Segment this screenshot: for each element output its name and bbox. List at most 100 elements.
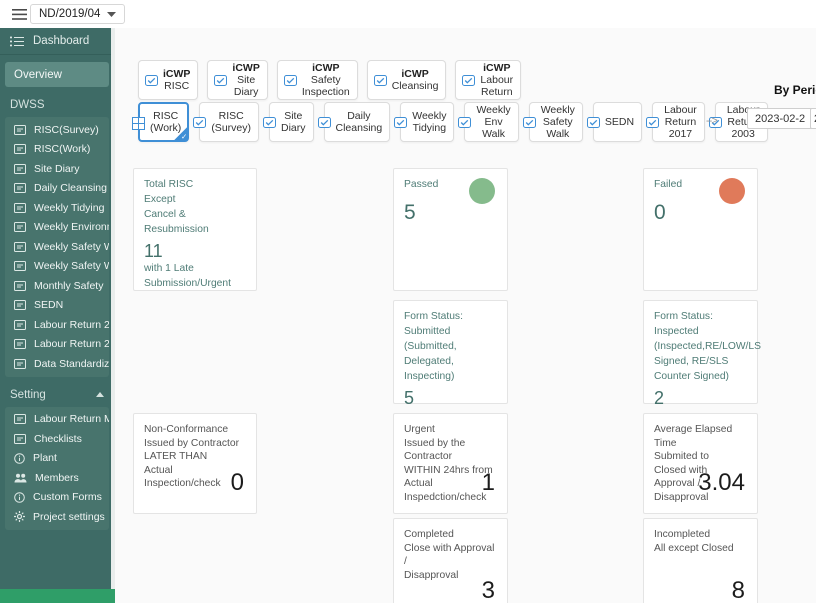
card-non-conformance: Non-Conformance Issued by Contractor LAT… (133, 413, 257, 514)
tab-weekly-env-walk[interactable]: Weekly Env Walk (458, 102, 519, 142)
sidebar-header-dashboard[interactable]: Dashboard (0, 28, 115, 55)
icwp-risc-button[interactable]: iCWP RISC (138, 60, 199, 100)
tab-label: Daily Cleansing (335, 109, 383, 134)
app-window: ND/2019/04 Dashboard Overview DWSS RISC(… (0, 0, 816, 603)
tab-label: Weekly Safety Walk (540, 103, 575, 141)
icwp-cleansing-button[interactable]: iCWP Cleansing (366, 60, 447, 100)
sidebar-section-setting[interactable]: Setting (0, 387, 115, 403)
inbox-check-icon (145, 74, 158, 86)
project-selector[interactable]: ND/2019/04 (30, 4, 126, 24)
sidebar-item-checklists[interactable]: Checklists (5, 429, 109, 449)
tab-risc-work[interactable]: RISC (Work) ✓ (132, 102, 190, 142)
people-icon (14, 473, 27, 483)
form-type-button-row: RISC (Work) ✓ RISC (Survey) Site Diary D… (132, 102, 768, 142)
form-icon (14, 300, 26, 311)
form-icon (14, 261, 26, 272)
sidebar-item-label: Custom Forms (33, 491, 102, 504)
gear-icon (14, 511, 25, 523)
sidebar-item-label: Data Standardizati... (34, 357, 109, 370)
sidebar-item-risc-work[interactable]: RISC(Work) (5, 140, 109, 160)
tab-label: RISC (Survey) (211, 109, 251, 134)
card-completed-value: 3 (481, 577, 495, 603)
sidebar-dwss-panel: RISC(Survey) RISC(Work) Site Diary Daily… (5, 117, 109, 377)
sidebar-item-labour-return-2[interactable]: Labour Return 20... (5, 335, 109, 355)
card-non-conformance-value: 0 (230, 469, 244, 496)
inbox-check-icon (193, 117, 207, 128)
sidebar-item-label: RISC(Work) (34, 143, 91, 156)
sidebar-item-project-settings[interactable]: Project settings (5, 507, 109, 527)
sidebar-item-site-diary[interactable]: Site Diary (5, 159, 109, 179)
icwp-button-row: iCWP RISC iCWP Site Diary iCWP Safety Inspe… (138, 60, 522, 100)
sidebar-item-members[interactable]: Members (5, 468, 109, 488)
inbox-check-icon (462, 74, 476, 86)
tab-weekly-safety-walk[interactable]: Weekly Safety Walk (522, 102, 583, 142)
tab-label: Labour Return 2017 (664, 103, 697, 141)
card-passed-value: 5 (404, 200, 416, 224)
inbox-check-icon (646, 117, 660, 128)
icwp-name: RISC (164, 80, 190, 92)
inbox-check-icon (458, 117, 472, 128)
inbox-check-icon (317, 117, 331, 128)
sidebar-section-setting-label: Setting (10, 388, 46, 401)
card-incompleted-text: Incompleted All except Closed (654, 529, 734, 554)
sidebar-item-sedn[interactable]: SEDN (5, 296, 109, 316)
hamburger-menu-icon[interactable] (12, 9, 27, 20)
tab-labour-return-2017[interactable]: Labour Return 2017 (646, 102, 705, 142)
sidebar-item-overview[interactable]: Overview (5, 62, 109, 87)
card-urgent-value: 1 (481, 469, 495, 496)
sidebar-item-custom-forms[interactable]: Custom Forms (5, 488, 109, 508)
sidebar-item-label: Monthly Safety (34, 279, 104, 292)
sidebar-item-weekly-tidying[interactable]: Weekly Tidying (5, 198, 109, 218)
tab-label: Weekly Env Walk (476, 103, 511, 141)
tab-daily-cleansing[interactable]: Daily Cleansing (317, 102, 391, 142)
sidebar-item-weekly-safety-2[interactable]: Weekly Safety W... (5, 257, 109, 277)
period-start-date-input[interactable] (747, 108, 813, 129)
card-form-submitted-text: Form Status: Submitted (Submitted, Deleg… (404, 311, 463, 382)
project-selector-value: ND/2019/04 (39, 8, 101, 20)
sidebar-item-daily-cleansing[interactable]: Daily Cleansing (5, 179, 109, 199)
tab-risc-survey[interactable]: RISC (Survey) (193, 102, 259, 142)
sidebar-item-risc-survey[interactable]: RISC(Survey) (5, 120, 109, 140)
by-period-label: By Period (774, 83, 816, 97)
form-icon (14, 163, 26, 174)
icwp-labour-return-button[interactable]: iCWP Labour Return (455, 60, 522, 100)
sidebar-item-labour-return-1[interactable]: Labour Return 20... (5, 315, 109, 335)
sidebar-item-label: Labour Return M... (34, 413, 109, 426)
chevron-up-icon (96, 392, 104, 397)
icwp-name: Labour Return (480, 73, 514, 99)
grid-icon (132, 117, 145, 130)
form-icon (14, 222, 26, 233)
card-completed: Completed Close with Approval / Disappro… (393, 518, 508, 603)
form-icon (14, 339, 26, 350)
tab-weekly-tidying[interactable]: Weekly Tidying (394, 102, 455, 142)
sidebar-item-plant[interactable]: Plant (5, 449, 109, 469)
icwp-site-diary-button[interactable]: iCWP Site Diary (207, 60, 268, 100)
card-form-status-submitted: Form Status: Submitted (Submitted, Deleg… (393, 300, 508, 408)
sidebar-item-labour-return-master[interactable]: Labour Return M... (5, 410, 109, 430)
sidebar-item-label: Weekly Safety W... (34, 260, 109, 273)
form-icon (14, 280, 26, 291)
inbox-check-icon (263, 117, 276, 128)
card-failed-value: 0 (654, 200, 666, 224)
icwp-safety-inspection-button[interactable]: iCWP Safety Inspection (276, 60, 358, 100)
card-average-elapsed-time: Average Elapsed Time Submited to Closed … (643, 413, 758, 514)
tab-label: Site Diary (281, 109, 306, 134)
tab-sedn[interactable]: SEDN (586, 102, 643, 142)
list-icon (10, 36, 24, 47)
sidebar-item-label: Weekly Environm... (34, 221, 109, 234)
form-icon (14, 144, 26, 155)
form-icon (14, 183, 26, 194)
sidebar-item-label: RISC(Survey) (34, 123, 99, 136)
period-end-date-input[interactable] (810, 108, 816, 129)
main-content: iCWP RISC iCWP Site Diary iCWP Safety Inspe… (115, 28, 816, 603)
form-icon (14, 124, 26, 135)
sidebar-item-label: Checklists (34, 432, 82, 445)
sidebar-item-weekly-environmental[interactable]: Weekly Environm... (5, 218, 109, 238)
sidebar-item-monthly-safety[interactable]: Monthly Safety (5, 276, 109, 296)
passed-status-dot (469, 178, 495, 204)
sidebar-item-data-standardization[interactable]: Data Standardizati... (5, 354, 109, 374)
inbox-check-icon (394, 117, 408, 128)
sidebar-section-dwss-label: DWSS (10, 99, 45, 111)
sidebar-item-weekly-safety-1[interactable]: Weekly Safety W... (5, 237, 109, 257)
tab-site-diary[interactable]: Site Diary (263, 102, 314, 142)
